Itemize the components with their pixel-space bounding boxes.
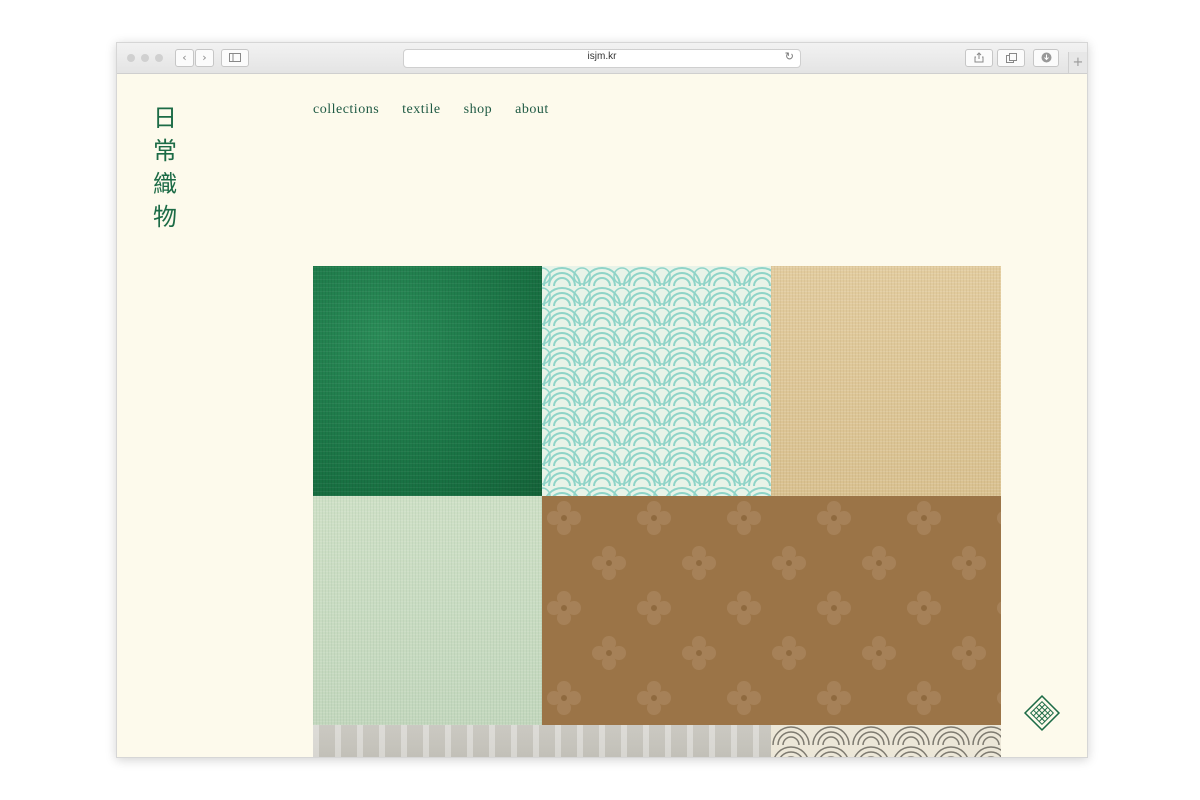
new-tab-button[interactable]: + xyxy=(1068,52,1087,73)
textile-tile-green-linen[interactable] xyxy=(313,266,542,496)
back-button[interactable]: ‹ xyxy=(175,49,194,67)
logo-char: 物 xyxy=(153,203,177,231)
textile-tile-mint-wave-pattern[interactable] xyxy=(542,266,771,496)
textile-tile-brown-flower-pattern[interactable] xyxy=(542,496,1001,725)
tabs-icon xyxy=(1005,53,1017,63)
logo-char: 常 xyxy=(153,137,177,165)
wave-pattern-graphic xyxy=(542,266,771,496)
url-text: isjm.kr xyxy=(587,51,617,62)
nav-link-shop[interactable]: shop xyxy=(464,102,492,118)
forward-button[interactable]: › xyxy=(195,49,214,67)
chevron-right-icon: › xyxy=(202,51,207,64)
diamond-emblem-icon[interactable] xyxy=(1023,694,1061,732)
download-icon xyxy=(1041,52,1051,63)
wave-pattern-graphic xyxy=(771,725,1001,757)
share-icon xyxy=(974,52,984,63)
page-content: 日 常 織 物 collections textile shop about xyxy=(117,74,1087,757)
site-logo[interactable]: 日 常 織 物 xyxy=(151,102,179,234)
chevron-left-icon: ‹ xyxy=(182,51,187,64)
nav-link-textile[interactable]: textile xyxy=(402,102,441,118)
close-window-icon[interactable] xyxy=(127,54,135,62)
plus-icon: + xyxy=(1072,55,1084,70)
nav-link-about[interactable]: about xyxy=(515,102,549,118)
share-button[interactable] xyxy=(965,49,993,67)
sidebar-icon xyxy=(229,53,241,62)
textile-tile-grey-wave-pattern[interactable] xyxy=(771,725,1001,757)
textile-tile-pale-green-linen[interactable] xyxy=(313,496,542,725)
minimize-window-icon[interactable] xyxy=(141,54,149,62)
logo-char: 織 xyxy=(153,170,177,198)
flower-pattern-graphic xyxy=(542,496,1001,725)
downloads-button[interactable] xyxy=(1033,49,1059,67)
reload-icon[interactable]: ↻ xyxy=(785,50,794,63)
logo-char: 日 xyxy=(153,104,177,132)
nav-link-collections[interactable]: collections xyxy=(313,102,379,118)
tabs-overview-button[interactable] xyxy=(997,49,1025,67)
browser-toolbar: ‹ › isjm.kr ↻ + xyxy=(117,43,1087,74)
zoom-window-icon[interactable] xyxy=(155,54,163,62)
address-bar[interactable]: isjm.kr ↻ xyxy=(403,49,801,68)
textile-tile-beige-linen[interactable] xyxy=(771,266,1001,496)
textile-tile-grey-cable-pattern[interactable] xyxy=(313,725,771,757)
browser-window: ‹ › isjm.kr ↻ + 日 常 織 物 collections text… xyxy=(116,42,1088,758)
sidebar-toggle-button[interactable] xyxy=(221,49,249,67)
main-nav: collections textile shop about xyxy=(313,102,549,118)
